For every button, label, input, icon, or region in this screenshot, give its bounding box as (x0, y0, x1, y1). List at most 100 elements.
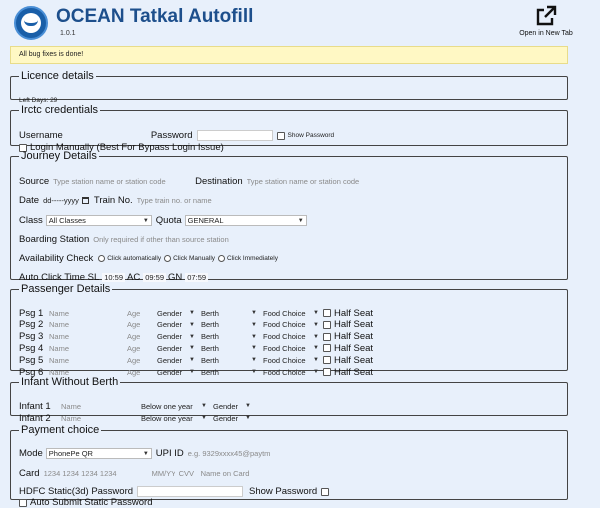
chevron-down-icon: ▼ (251, 369, 257, 375)
journey-legend: Journey Details (21, 150, 97, 162)
class-select[interactable]: All Classes ▼ (45, 215, 152, 226)
gn-time-input[interactable]: 07:59 (185, 273, 209, 282)
calendar-icon[interactable] (81, 197, 89, 204)
open-new-tab-button[interactable]: Open in New Tab (506, 4, 586, 37)
passenger-age-input[interactable] (125, 342, 155, 354)
app-version: 1.0.1 (60, 30, 76, 37)
class-label: Class (19, 215, 43, 226)
chevron-down-icon: ▼ (189, 310, 195, 316)
auto-click-label: Auto Click Time SL (19, 272, 100, 283)
passenger-age-input[interactable] (125, 307, 155, 319)
passenger-gender-select[interactable]: Gender ▼ (155, 308, 197, 319)
card-cvv-input[interactable] (176, 468, 199, 479)
quota-label: Quota (155, 215, 182, 226)
half-seat-checkbox[interactable] (323, 368, 331, 376)
passenger-berth-select[interactable]: Berth ▼ (199, 343, 259, 354)
avail-manual-radio[interactable] (164, 255, 172, 262)
gn-label: GN (168, 272, 183, 283)
passenger-food-select[interactable]: Food Choice ▼ (261, 331, 321, 342)
avail-immediate-radio[interactable] (218, 255, 226, 262)
passenger-gender-select[interactable]: Gender ▼ (155, 343, 197, 354)
status-alert: All bug fixes is done! (10, 46, 568, 64)
chevron-down-icon: ▼ (313, 310, 319, 316)
passenger-food-select[interactable]: Food Choice ▼ (261, 343, 321, 354)
infant-name-input[interactable] (59, 412, 139, 424)
passenger-berth-select[interactable]: Berth ▼ (199, 308, 259, 319)
avail-auto-label: Click automatically (107, 255, 162, 262)
passenger-food-select[interactable]: Food Choice ▼ (261, 308, 321, 319)
passenger-name-input[interactable] (47, 319, 125, 331)
chevron-down-icon: ▼ (313, 345, 319, 352)
chevron-down-icon: ▼ (245, 415, 251, 421)
chevron-down-icon: ▼ (201, 403, 207, 409)
header: OCEAN Tatkal Autofill 1.0.1 Open in New … (0, 0, 600, 44)
infant-age-select[interactable]: Below one year ▼ (139, 401, 209, 412)
source-label: Source (19, 176, 50, 187)
avail-auto-radio[interactable] (98, 255, 106, 262)
availability-label: Availability Check (19, 253, 94, 264)
card-number-input[interactable] (41, 468, 148, 479)
chevron-down-icon: ▼ (313, 321, 319, 328)
passenger-name-input[interactable] (47, 331, 125, 343)
payment-mode-select[interactable]: PhonePe QR ▼ (45, 448, 152, 459)
destination-input[interactable] (244, 176, 387, 187)
licence-legend: Licence details (21, 70, 94, 82)
chevron-down-icon: ▼ (189, 345, 195, 352)
infant-gender-select[interactable]: Gender ▼ (211, 401, 253, 412)
passenger-label: Psg 3 (19, 331, 44, 343)
upi-input[interactable] (185, 448, 296, 459)
chevron-down-icon: ▼ (313, 369, 319, 375)
chevron-down-icon: ▼ (251, 357, 257, 364)
username-input[interactable] (62, 130, 143, 141)
journey-section: Journey Details Source Destination Date … (10, 150, 568, 283)
passenger-name-input[interactable] (47, 307, 125, 319)
passenger-berth-select[interactable]: Berth ▼ (199, 331, 259, 342)
hdfc-show-password-label: Show Password (249, 486, 318, 497)
chevron-down-icon: ▼ (251, 333, 257, 340)
boarding-input[interactable] (91, 234, 246, 245)
train-input[interactable] (134, 195, 275, 206)
passenger-age-input[interactable] (125, 331, 155, 343)
ac-time-input[interactable]: 09:59 (143, 273, 167, 282)
auto-submit-checkbox[interactable] (19, 498, 27, 507)
sl-time-input[interactable]: 10:59 (102, 273, 126, 282)
passenger-gender-select[interactable]: Gender ▼ (155, 319, 197, 330)
chevron-down-icon: ▼ (142, 217, 149, 224)
hdfc-password-input[interactable] (137, 486, 244, 497)
passenger-gender-select[interactable]: Gender ▼ (155, 355, 197, 366)
passenger-berth-select[interactable]: Berth ▼ (199, 355, 259, 366)
passenger-berth-select[interactable]: Berth ▼ (199, 319, 259, 330)
quota-select[interactable]: GENERAL ▼ (184, 215, 307, 226)
chevron-down-icon: ▼ (189, 357, 195, 364)
half-seat-checkbox[interactable] (323, 344, 331, 353)
show-password-checkbox[interactable] (276, 131, 285, 140)
passenger-section: Passenger Details Psg 1Gender▼Berth▼Food… (10, 283, 568, 378)
passenger-age-input[interactable] (125, 354, 155, 366)
passenger-age-input[interactable] (125, 319, 155, 331)
passenger-food-select[interactable]: Food Choice ▼ (261, 355, 321, 366)
passenger-name-input[interactable] (47, 342, 125, 354)
passenger-label: Psg 5 (19, 354, 44, 366)
half-seat-checkbox[interactable] (323, 320, 331, 329)
password-input[interactable] (196, 130, 273, 141)
hdfc-show-password-checkbox[interactable] (321, 487, 330, 496)
passenger-food-select[interactable]: Food Choice ▼ (261, 319, 321, 330)
half-seat-checkbox[interactable] (323, 356, 331, 365)
half-seat-label: Half Seat (334, 319, 374, 331)
ac-label: AC (127, 272, 141, 283)
half-seat-checkbox[interactable] (323, 309, 331, 317)
date-input[interactable]: dd-----yyyy (43, 196, 79, 205)
chevron-down-icon: ▼ (313, 333, 319, 340)
boarding-label: Boarding Station (19, 234, 90, 245)
date-label: Date (19, 195, 40, 206)
card-expiry-input[interactable] (149, 468, 177, 479)
train-label: Train No. (93, 195, 133, 206)
half-seat-checkbox[interactable] (323, 332, 331, 341)
source-input[interactable] (51, 176, 194, 187)
infant-gender-select[interactable]: Gender ▼ (211, 413, 253, 424)
passenger-gender-select[interactable]: Gender ▼ (155, 331, 197, 342)
infant-name-input[interactable] (59, 400, 139, 412)
infant-age-select[interactable]: Below one year ▼ (139, 413, 209, 424)
card-name-input[interactable] (198, 468, 269, 479)
passenger-name-input[interactable] (47, 354, 125, 366)
